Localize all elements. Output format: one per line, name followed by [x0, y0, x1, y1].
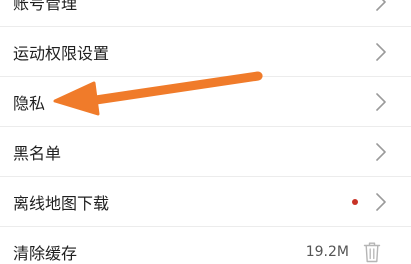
settings-item-privacy[interactable]: 隐私: [0, 77, 411, 127]
chevron-right-icon: [376, 192, 386, 211]
settings-screen: 账号管理 运动权限设置 隐私 黑名单 离线地图下载 清除缓存 19.2M: [0, 0, 411, 264]
chevron-right-icon: [376, 142, 386, 161]
settings-item-sport-permissions[interactable]: 运动权限设置: [0, 27, 411, 77]
settings-item-clear-cache[interactable]: 清除缓存 19.2M: [0, 227, 411, 264]
settings-item-label: 账号管理: [13, 0, 78, 13]
trash-icon[interactable]: [363, 241, 381, 263]
settings-item-blacklist[interactable]: 黑名单: [0, 127, 411, 177]
cache-size-value: 19.2M: [305, 243, 349, 260]
settings-item-label: 清除缓存: [13, 243, 78, 263]
chevron-right-icon: [376, 92, 386, 111]
chevron-right-icon: [376, 0, 386, 11]
chevron-right-icon: [376, 42, 386, 61]
settings-list: 账号管理 运动权限设置 隐私 黑名单 离线地图下载 清除缓存 19.2M: [0, 0, 411, 264]
settings-item-label: 离线地图下载: [13, 193, 110, 213]
settings-item-account-management[interactable]: 账号管理: [0, 0, 411, 27]
settings-item-offline-map-download[interactable]: 离线地图下载: [0, 177, 411, 227]
settings-item-label: 运动权限设置: [13, 43, 110, 63]
settings-item-label: 隐私: [13, 93, 46, 113]
settings-item-label: 黑名单: [13, 143, 62, 163]
notification-dot-badge: [352, 198, 358, 205]
